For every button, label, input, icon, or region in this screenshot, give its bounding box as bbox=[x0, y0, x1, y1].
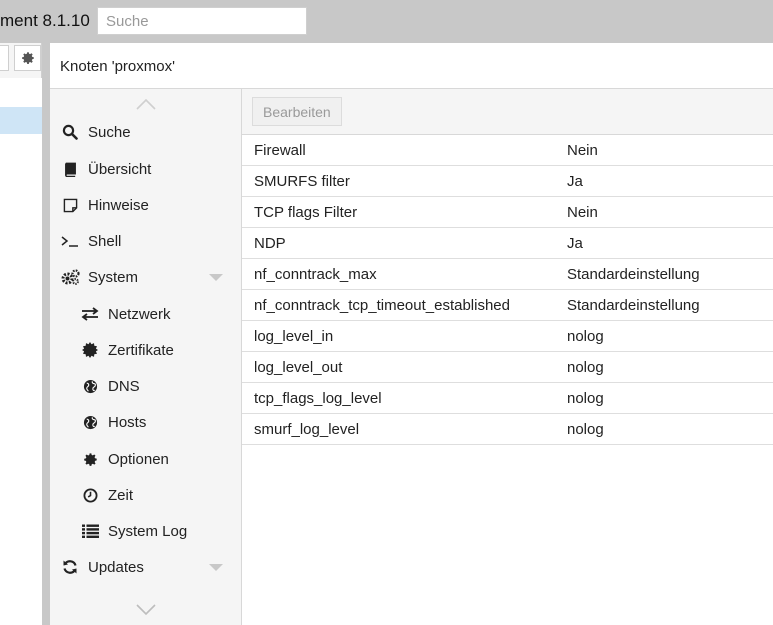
option-name: SMURFS filter bbox=[254, 172, 350, 190]
option-name: Firewall bbox=[254, 141, 306, 159]
chevron-down-icon[interactable] bbox=[209, 274, 223, 281]
exchange-icon bbox=[80, 304, 100, 324]
globe-icon bbox=[80, 412, 100, 432]
nav-item-suche[interactable]: Suche bbox=[50, 114, 241, 150]
tree-item-selected[interactable] bbox=[0, 107, 42, 134]
option-name: NDP bbox=[254, 234, 286, 252]
option-name: smurf_log_level bbox=[254, 420, 360, 438]
table-row[interactable]: log_level_in nolog bbox=[242, 321, 773, 352]
table-row[interactable]: Firewall Nein bbox=[242, 135, 773, 166]
resource-tree bbox=[0, 43, 42, 625]
clock-icon bbox=[80, 485, 100, 505]
nav-item-label: Übersicht bbox=[88, 160, 152, 178]
option-name: tcp_flags_log_level bbox=[254, 389, 382, 407]
option-name: TCP flags Filter bbox=[254, 203, 358, 221]
table-row[interactable]: log_level_out nolog bbox=[242, 352, 773, 383]
nav-item-updates[interactable]: Updates bbox=[50, 549, 241, 585]
nav-item-dns[interactable]: DNS bbox=[50, 368, 241, 404]
nav-item-zertifikate[interactable]: Zertifikate bbox=[50, 332, 241, 368]
option-value: Ja bbox=[567, 234, 583, 252]
gear-icon bbox=[21, 52, 34, 64]
nav-item-label: Hosts bbox=[108, 413, 147, 431]
option-name: log_level_out bbox=[254, 358, 343, 376]
option-value: nolog bbox=[567, 420, 604, 438]
node-navigation: Suche Übersicht Hinweise Shell System Ne… bbox=[50, 89, 242, 625]
refresh-icon bbox=[60, 557, 80, 577]
table-row[interactable]: nf_conntrack_tcp_timeout_established Stan… bbox=[242, 290, 773, 321]
options-grid: Firewall Nein SMURFS filter Ja TCP flags F… bbox=[242, 135, 773, 445]
nav-item-label: Hinweise bbox=[88, 196, 149, 214]
splitter[interactable] bbox=[42, 43, 50, 625]
edit-button[interactable]: Bearbeiten bbox=[252, 97, 342, 126]
nav-item-optionen[interactable]: Optionen bbox=[50, 441, 241, 477]
book-icon bbox=[60, 159, 80, 179]
table-row[interactable]: NDP Ja bbox=[242, 228, 773, 259]
option-value: nolog bbox=[567, 358, 604, 376]
option-value: nolog bbox=[567, 389, 604, 407]
nav-item-label: Zeit bbox=[108, 486, 134, 504]
nav-item-system[interactable]: System bbox=[50, 259, 241, 295]
nav-item-label: Optionen bbox=[108, 450, 169, 468]
nav-item-uebersicht[interactable]: Übersicht bbox=[50, 151, 241, 187]
nav-item-netzwerk[interactable]: Netzwerk bbox=[50, 296, 241, 332]
chevron-up-icon[interactable] bbox=[136, 97, 156, 111]
app-title: ment 8.1.10 bbox=[0, 11, 90, 30]
option-value: Ja bbox=[567, 172, 583, 190]
table-row[interactable]: smurf_log_level nolog bbox=[242, 414, 773, 445]
nav-item-label: Zertifikate bbox=[108, 341, 174, 359]
nav-item-system-log[interactable]: System Log bbox=[50, 513, 241, 549]
globe-icon bbox=[80, 376, 100, 396]
option-name: nf_conntrack_tcp_timeout_established bbox=[254, 296, 510, 314]
panel-title: Knoten 'proxmox' bbox=[60, 58, 175, 75]
table-row[interactable]: nf_conntrack_max Standardeinstellung bbox=[242, 259, 773, 290]
table-row[interactable]: tcp_flags_log_level nolog bbox=[242, 383, 773, 414]
option-value: Nein bbox=[567, 203, 598, 221]
search-icon bbox=[60, 122, 80, 142]
gear-icon bbox=[80, 449, 100, 469]
nav-item-shell[interactable]: Shell bbox=[50, 223, 241, 259]
tree-list bbox=[0, 78, 42, 625]
nav-item-label: DNS bbox=[108, 377, 140, 395]
chevron-down-icon[interactable] bbox=[209, 564, 223, 571]
panel-header: Knoten 'proxmox' bbox=[50, 43, 773, 89]
firewall-options-panel: Bearbeiten Firewall Nein SMURFS filter Ja … bbox=[242, 89, 773, 625]
top-bar: ment 8.1.10 bbox=[0, 0, 773, 43]
tree-settings-button[interactable] bbox=[14, 45, 41, 71]
certificate-icon bbox=[80, 340, 100, 360]
nav-item-label: System bbox=[88, 268, 139, 286]
nav-item-label: Updates bbox=[88, 558, 144, 576]
nav-item-label: System Log bbox=[108, 522, 188, 540]
chevron-down-icon[interactable] bbox=[136, 603, 156, 617]
terminal-icon bbox=[60, 231, 80, 251]
nav-item-label: Suche bbox=[88, 123, 131, 141]
option-value: Standardeinstellung bbox=[567, 265, 700, 283]
note-icon bbox=[60, 195, 80, 215]
table-row[interactable]: SMURFS filter Ja bbox=[242, 166, 773, 197]
nav-item-zeit[interactable]: Zeit bbox=[50, 477, 241, 513]
nav-item-label: Shell bbox=[88, 232, 122, 250]
list-icon bbox=[80, 521, 100, 541]
toolbar: Bearbeiten bbox=[242, 89, 773, 135]
option-name: nf_conntrack_max bbox=[254, 265, 377, 283]
nav-item-hosts[interactable]: Hosts bbox=[50, 404, 241, 440]
option-value: Nein bbox=[567, 141, 598, 159]
search-input[interactable] bbox=[97, 7, 307, 35]
option-value: nolog bbox=[567, 327, 604, 345]
option-name: log_level_in bbox=[254, 327, 334, 345]
option-value: Standardeinstellung bbox=[567, 296, 700, 314]
tree-view-selector[interactable] bbox=[0, 45, 9, 71]
table-row[interactable]: TCP flags Filter Nein bbox=[242, 197, 773, 228]
cogs-icon bbox=[60, 267, 80, 287]
nav-item-hinweise[interactable]: Hinweise bbox=[50, 187, 241, 223]
nav-item-label: Netzwerk bbox=[108, 305, 171, 323]
